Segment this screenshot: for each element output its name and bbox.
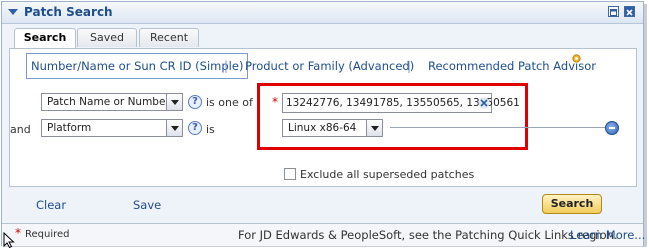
subtab-separator: | xyxy=(224,59,229,73)
chevron-down-icon xyxy=(166,94,182,110)
subtab-simple[interactable]: Number/Name or Sun CR ID (Simple) xyxy=(26,53,249,79)
tab-saved[interactable]: Saved xyxy=(77,28,137,47)
restore-icon xyxy=(610,9,617,16)
tab-saved-label: Saved xyxy=(90,31,124,44)
clear-field-icon[interactable] xyxy=(478,97,490,109)
subtab-advanced[interactable]: Product or Family (Advanced) xyxy=(245,59,414,73)
required-legend-star: * xyxy=(15,226,21,240)
platform-value: Linux x86-64 xyxy=(288,122,357,134)
chevron-down-icon xyxy=(166,120,182,136)
search-button-label: Search xyxy=(550,197,594,210)
learn-more-link[interactable]: Learn More... xyxy=(570,228,645,242)
exclude-superseded-label: Exclude all superseded patches xyxy=(300,168,475,181)
subtab-separator: | xyxy=(407,59,412,73)
field-select-platform[interactable]: Platform xyxy=(41,119,183,137)
field-select-value: Platform xyxy=(47,122,92,134)
close-button[interactable] xyxy=(624,6,635,17)
row-divider xyxy=(390,127,606,128)
platform-value-select[interactable]: Linux x86-64 xyxy=(282,119,383,137)
panel-title: Patch Search xyxy=(24,5,113,19)
footer-note: For JD Edwards & PeopleSoft, see the Pat… xyxy=(238,228,618,242)
connector-label: and xyxy=(10,123,31,136)
patch-search-panel: Patch Search Search Saved Recent Number/… xyxy=(1,1,645,246)
save-button[interactable]: Save xyxy=(133,198,161,212)
footer-bar: * Required For JD Edwards & PeopleSoft, … xyxy=(2,223,645,246)
remove-criteria-icon[interactable] xyxy=(605,121,619,135)
patch-numbers-input[interactable]: 13242776, 13491785, 13550565, 13550561 xyxy=(282,93,520,113)
collapse-triangle-icon[interactable] xyxy=(7,6,19,18)
tab-search[interactable]: Search xyxy=(14,28,76,48)
search-button[interactable]: Search xyxy=(542,194,602,214)
chevron-down-icon xyxy=(366,120,382,136)
close-icon xyxy=(626,9,633,16)
field-select-value: Patch Name or Number xyxy=(47,96,170,108)
operator-label: is one of xyxy=(206,96,253,109)
restore-button[interactable] xyxy=(608,6,619,17)
gear-icon xyxy=(572,54,581,63)
tab-recent-label: Recent xyxy=(149,31,189,44)
help-icon[interactable]: ? xyxy=(188,121,202,135)
help-icon[interactable]: ? xyxy=(188,95,202,109)
required-marker: * xyxy=(272,95,278,109)
required-legend-label: Required xyxy=(25,229,70,240)
title-bar: Patch Search xyxy=(2,2,643,24)
operator-label: is xyxy=(206,123,215,136)
clear-button[interactable]: Clear xyxy=(36,198,66,212)
tab-recent[interactable]: Recent xyxy=(139,28,199,47)
exclude-superseded-checkbox[interactable] xyxy=(284,168,296,180)
tab-search-label: Search xyxy=(23,31,67,44)
mouse-cursor-icon xyxy=(3,232,15,248)
field-select-patch-name[interactable]: Patch Name or Number xyxy=(41,93,183,111)
